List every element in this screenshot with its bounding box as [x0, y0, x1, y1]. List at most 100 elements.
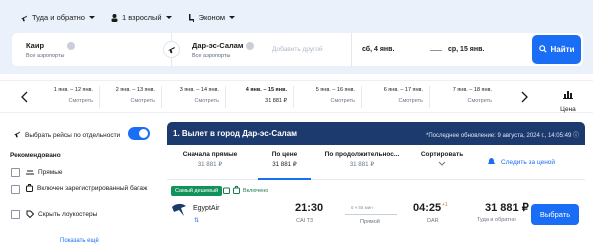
- date-range-label: 4 янв. – 15 янв.: [245, 87, 287, 93]
- depart-airport: CAI T3: [296, 218, 314, 224]
- day-offset: +1: [442, 202, 448, 208]
- baggage-filter[interactable]: Включен зарегистрированный багаж: [26, 184, 151, 195]
- select-separately-label: Выбрать рейсы по отдельности: [25, 131, 121, 139]
- plane-icon: [13, 130, 21, 140]
- chevron-down-icon: [412, 161, 472, 168]
- trip-type-dropdown[interactable]: Туда и обратно: [20, 13, 95, 22]
- dates-field[interactable]: сб, 4 янв. ср, 15 янв.: [352, 33, 534, 66]
- flight-duration: 5 ч 55 мин: [351, 205, 373, 210]
- date-range-price: 31 881 ₽: [265, 98, 287, 104]
- origin-airports: Все аэропорты: [26, 53, 65, 59]
- date-range-label: 1 янв. – 12 янв.: [53, 87, 93, 93]
- arrive-time: 04:25: [413, 202, 442, 214]
- lowcost-checkbox[interactable]: [11, 210, 20, 219]
- search-panel: Туда и обратно 1 взрослый Эконом Каир Вс…: [0, 0, 593, 74]
- origin-city: Каир: [26, 41, 45, 50]
- plane-icon: [20, 14, 28, 22]
- date-cell[interactable]: 7 янв. – 18 янв. Смотреть: [436, 86, 498, 108]
- sort-label: По продолжительнос...: [324, 151, 400, 158]
- price-chart-label: Цена: [560, 106, 576, 113]
- sort-price: 31 881 ₽: [349, 161, 375, 168]
- cheapest-badge: Самый дешевый: [171, 186, 223, 196]
- destination-field[interactable]: Дар-эс-Салам Все аэропорты Добавить друг…: [163, 33, 352, 66]
- direct-route-icon: [26, 168, 34, 178]
- sort-price: 31 881 ₽: [197, 161, 223, 168]
- select-separately-row: Выбрать рейсы по отдельности: [13, 130, 120, 140]
- search-bar: Каир Все аэропорты Дар-эс-Салам Все аэро…: [12, 33, 583, 66]
- active-sort-underline: [258, 178, 311, 180]
- track-prices-button[interactable]: Следить за ценой: [487, 157, 555, 168]
- sort-dropdown[interactable]: Сортировать: [412, 151, 472, 168]
- cabin-dropdown[interactable]: Эконом: [188, 13, 236, 22]
- seat-icon: [188, 13, 195, 22]
- search-options: Туда и обратно 1 взрослый Эконом: [20, 13, 236, 22]
- depart-time: 21:30: [295, 202, 324, 214]
- direct-checkbox[interactable]: [11, 168, 20, 177]
- sort-label: Сначала прямые: [182, 151, 238, 158]
- date-cell-selected[interactable]: 4 янв. – 15 янв. 31 881 ₽: [232, 86, 294, 108]
- chevron-left-icon[interactable]: [18, 89, 30, 105]
- date-range-label: 2 янв. – 13 янв.: [115, 87, 155, 93]
- date-cell[interactable]: 2 янв. – 13 янв. Смотреть: [100, 86, 162, 108]
- chevron-down-icon: [88, 15, 95, 20]
- sort-direct-first[interactable]: Сначала прямые 31 881 ₽: [175, 151, 245, 168]
- passengers-dropdown[interactable]: 1 взрослый: [111, 13, 172, 22]
- info-icon: ⓘ: [572, 133, 579, 139]
- lowcost-filter[interactable]: Скрыть лоукостеры: [26, 210, 97, 221]
- date-cell[interactable]: 5 янв. – 16 янв. Смотреть: [300, 86, 362, 108]
- price-type: Туда и обратно: [477, 217, 516, 223]
- destination-city: Дар-эс-Салам: [192, 41, 244, 50]
- tag-icon: [26, 210, 35, 221]
- seat-info-icon: ⇅: [194, 218, 200, 224]
- add-another-destination[interactable]: Добавить другой: [272, 46, 323, 53]
- results-panel: 1. Вылет в город Дар-эс-Салам *Последнее…: [167, 122, 585, 246]
- duration-line: [345, 214, 397, 215]
- return-date[interactable]: ср, 15 янв.: [448, 46, 484, 53]
- cabin-label: Эконом: [198, 13, 226, 22]
- price-chart-button[interactable]: Цена: [553, 86, 583, 113]
- find-button-label: Найти: [550, 45, 575, 54]
- chevron-right-icon[interactable]: [518, 89, 530, 105]
- swap-icon[interactable]: [163, 41, 180, 58]
- bell-icon: [487, 157, 496, 168]
- date-range-price: Смотреть: [68, 98, 93, 104]
- results-header: 1. Вылет в город Дар-эс-Салам *Последнее…: [167, 122, 585, 145]
- date-cell[interactable]: 3 янв. – 14 янв. Смотреть: [164, 86, 226, 108]
- chevron-down-icon: [229, 15, 236, 20]
- depart-date[interactable]: сб, 4 янв.: [362, 46, 394, 53]
- trip-type-label: Туда и обратно: [32, 13, 85, 22]
- select-flight-button[interactable]: Выбрать: [531, 204, 579, 225]
- results-title: 1. Вылет в город Дар-эс-Салам: [173, 129, 298, 138]
- search-icon: [538, 44, 547, 55]
- date-separator: [430, 50, 442, 51]
- date-cell[interactable]: 1 янв. – 12 янв. Смотреть: [38, 86, 100, 108]
- direct-filter[interactable]: Прямые: [26, 168, 63, 178]
- track-prices-label: Следить за ценой: [501, 159, 556, 166]
- find-button[interactable]: Найти: [532, 35, 581, 64]
- sort-by-duration[interactable]: По продолжительнос... 31 881 ₽: [322, 151, 402, 168]
- filters-panel: Выбрать рейсы по отдельности Рекомендова…: [0, 122, 163, 246]
- origin-field[interactable]: Каир Все аэропорты: [12, 33, 172, 66]
- date-strip: 1 янв. – 12 янв. Смотреть 2 янв. – 13 ян…: [0, 80, 593, 113]
- luggage-icon: [26, 184, 33, 195]
- passengers-label: 1 взрослый: [121, 13, 162, 22]
- sort-price: 31 881 ₽: [272, 161, 297, 168]
- info-icon: [67, 42, 75, 50]
- baggage-label: Включен зарегистрированный багаж: [37, 185, 148, 192]
- date-range-price: Смотреть: [398, 98, 423, 104]
- date-range-price: Смотреть: [467, 98, 492, 104]
- select-separately-toggle[interactable]: [128, 127, 150, 140]
- flight-price: 31 881 ₽: [485, 202, 529, 214]
- recommended-title: Рекомендовано: [10, 152, 61, 159]
- bar-chart-icon: [563, 91, 573, 99]
- sort-tabs: Сначала прямые 31 881 ₽ По цене 31 881 ₽…: [167, 145, 585, 180]
- baggage-checkbox[interactable]: [11, 185, 20, 194]
- sort-label: Сортировать: [420, 151, 464, 158]
- airline-name: EgyptAir: [193, 205, 220, 212]
- show-more-link[interactable]: Показать ещё: [60, 238, 99, 244]
- info-icon: [246, 42, 254, 50]
- date-cell[interactable]: 6 янв. – 17 янв. Смотреть: [368, 86, 430, 108]
- sort-by-price[interactable]: По цене 31 881 ₽: [258, 151, 311, 168]
- person-icon: [111, 13, 118, 22]
- toggle-knob: [139, 129, 148, 138]
